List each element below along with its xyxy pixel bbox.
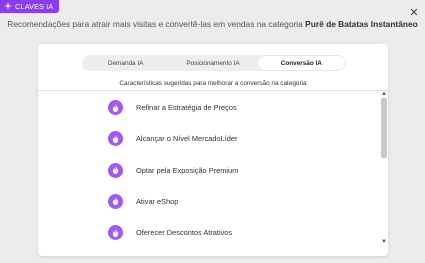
claves-ia-badge[interactable]: CLAVES IA [0,0,60,13]
list-item[interactable]: Refinar a Estratégia de Preços [108,100,238,115]
scrollbar[interactable]: ▲ ▼ [380,90,388,246]
headline-prefix: Recomendações para atrair mais visitas e… [7,19,303,29]
flame-icon [108,100,123,115]
page-headline: Recomendações para atrair mais visitas e… [0,19,425,29]
tab-conversao-ia[interactable]: Conversão IA [257,56,345,70]
flame-icon [108,193,123,209]
list-item-label: Ativar eShop [136,196,179,206]
list-item[interactable]: Ativar eShop [108,193,238,209]
close-icon[interactable]: ✕ [408,7,420,19]
scrollbar-thumb[interactable] [381,98,387,158]
scroll-up-icon[interactable]: ▲ [380,90,388,98]
headline-category: Purê de Batatas Instantâneo [305,19,418,29]
tab-demanda-ia[interactable]: Demanda IA [82,55,169,71]
ai-sparkle-icon [4,1,12,12]
list-item[interactable]: Optar pela Exposição Premium [108,162,239,178]
flame-icon [108,225,123,241]
tab-bar: Demanda IA Posicionamento IA Conversão I… [82,55,346,71]
badge-label: CLAVES IA [15,2,54,11]
list-item[interactable]: Alcançar o Nível MercadoLíder [108,131,238,147]
list-item-label: Alcançar o Nível MercadoLíder [136,134,238,144]
divider [38,90,388,91]
list-item-label: Oferecer Descontos Atrativos [136,228,233,238]
list-item[interactable]: Oferecer Descontos Atrativos [108,225,238,241]
list-item-label: Optar pela Exposição Premium [136,165,239,175]
tab-posicionamento-ia[interactable]: Posicionamento IA [169,55,256,71]
recommendation-list: Refinar a Estratégia de Preços Alcançar … [108,100,238,256]
recommendations-card: Demanda IA Posicionamento IA Conversão I… [38,44,388,256]
list-item-label: Refinar a Estratégia de Preços [136,103,237,112]
section-subtitle: Características sugeridas para melhorar … [119,80,307,87]
scroll-down-icon[interactable]: ▼ [380,238,388,246]
flame-icon [108,162,123,178]
flame-icon [108,131,123,147]
